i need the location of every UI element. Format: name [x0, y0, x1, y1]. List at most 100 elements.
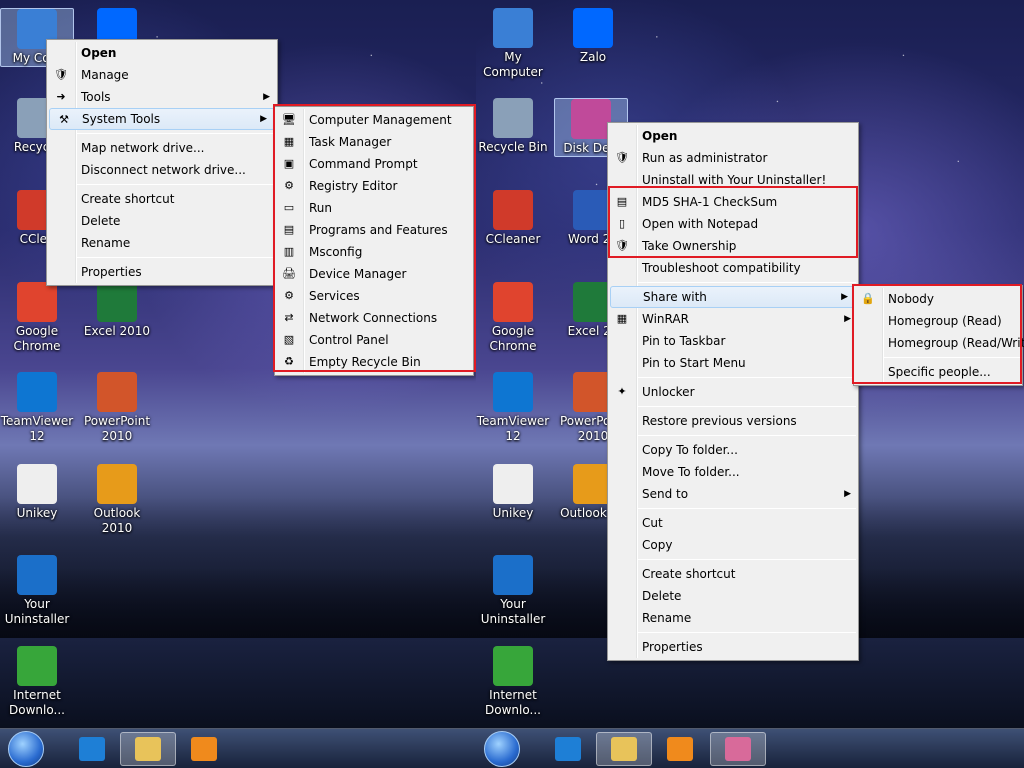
- menu-item-send-to[interactable]: Send to ▶: [608, 483, 858, 505]
- menu-item-nobody[interactable]: 🔒 Nobody: [854, 288, 1022, 310]
- menu-item-msconfig[interactable]: ▥ Msconfig: [275, 241, 473, 263]
- menu-item-rename[interactable]: Rename: [608, 607, 858, 629]
- menu-item-run[interactable]: ▭ Run: [275, 197, 473, 219]
- menu-item-copy-to-folder[interactable]: Copy To folder...: [608, 439, 858, 461]
- menu-item-delete[interactable]: Delete: [47, 210, 277, 232]
- desktop-icon-google-chrome[interactable]: Google Chrome: [0, 282, 74, 354]
- menu-item-uninstall-with-your-uninstaller[interactable]: Uninstall with Your Uninstaller!: [608, 169, 858, 191]
- taskbar-internet-explorer[interactable]: [64, 732, 120, 766]
- paint-icon: [725, 737, 751, 761]
- menu-item-computer-management[interactable]: 🖥 Computer Management: [275, 109, 473, 131]
- desktop-icon-internet-download-manager[interactable]: Internet Downlo...: [476, 646, 550, 718]
- menu-item-label: Command Prompt: [309, 157, 418, 171]
- menu-item-restore-previous-versions[interactable]: Restore previous versions: [608, 410, 858, 432]
- desktop-icon-excel-2010[interactable]: Excel 2010: [80, 282, 154, 339]
- menu-item-specific-people[interactable]: Specific people...: [854, 361, 1022, 383]
- menu-item-manage[interactable]: 🛡 Manage: [47, 64, 277, 86]
- internet-explorer-icon: [79, 737, 105, 761]
- desktop-icon-your-uninstaller[interactable]: Your Uninstaller: [0, 555, 74, 627]
- taskbar-internet-explorer[interactable]: [540, 732, 596, 766]
- menu-item-task-manager[interactable]: ▦ Task Manager: [275, 131, 473, 153]
- menu-item-label: Send to: [642, 487, 689, 501]
- menu-item-system-tools[interactable]: ⚒ System Tools ▶: [49, 108, 275, 130]
- taskbar-paint[interactable]: [710, 732, 766, 766]
- menu-item-services[interactable]: ⚙ Services: [275, 285, 473, 307]
- menu-item-label: System Tools: [82, 112, 161, 126]
- menu-item-homegroup-read[interactable]: Homegroup (Read): [854, 310, 1022, 332]
- menu-item-open[interactable]: Open: [47, 42, 277, 64]
- my-computer-icon: [493, 8, 533, 48]
- menu-item-homegroup-read-write[interactable]: Homegroup (Read/Write): [854, 332, 1024, 354]
- menu-item-label: Control Panel: [309, 333, 389, 347]
- menu-item-empty-recycle-bin[interactable]: ♻ Empty Recycle Bin: [275, 351, 473, 373]
- menu-item-label: Open: [81, 46, 117, 60]
- desktop-icon-label: CCleaner: [485, 232, 541, 246]
- menu-item-label: Run: [309, 201, 333, 215]
- menu-item-cut[interactable]: Cut: [608, 512, 858, 534]
- menu-item-command-prompt[interactable]: ▣ Command Prompt: [275, 153, 473, 175]
- desktop-icon-outlook-2010[interactable]: Outlook 2010: [80, 464, 154, 536]
- desktop-icon-ccleaner[interactable]: CCleaner: [476, 190, 550, 247]
- desktop-icon-label: Outlook 2010: [93, 506, 141, 535]
- desktop-icon-my-computer[interactable]: My Computer: [476, 8, 550, 80]
- chevron-right-icon: ▶: [260, 114, 267, 124]
- menu-item-label: Pin to Start Menu: [642, 356, 746, 370]
- menu-item-take-ownership[interactable]: 🛡 Take Ownership: [608, 235, 858, 257]
- menu-item-label: Computer Management: [309, 113, 452, 127]
- menu-item-create-shortcut[interactable]: Create shortcut: [608, 563, 858, 585]
- menu-item-label: Open with Notepad: [642, 217, 759, 231]
- menu-item-disconnect-network-drive[interactable]: Disconnect network drive...: [47, 159, 277, 181]
- menu-item-open[interactable]: Open: [608, 125, 858, 147]
- taskbar-file-explorer[interactable]: [120, 732, 176, 766]
- desktop-icon-unikey[interactable]: Unikey: [476, 464, 550, 521]
- taskbar-file-explorer[interactable]: [596, 732, 652, 766]
- menu-item-pin-to-start-menu[interactable]: Pin to Start Menu: [608, 352, 858, 374]
- menu-separator: [77, 133, 275, 134]
- tools-icon: ⚒: [59, 113, 69, 126]
- menu-item-map-network-drive[interactable]: Map network drive...: [47, 137, 277, 159]
- menu-item-delete[interactable]: Delete: [608, 585, 858, 607]
- desktop-icon-google-chrome[interactable]: Google Chrome: [476, 282, 550, 354]
- menu-item-network-connections[interactable]: ⇄ Network Connections: [275, 307, 473, 329]
- menu-item-md5-sha-1-checksum[interactable]: ▤ MD5 SHA-1 CheckSum: [608, 191, 858, 213]
- start-button[interactable]: [8, 731, 44, 767]
- menu-item-create-shortcut[interactable]: Create shortcut: [47, 188, 277, 210]
- menu-item-programs-and-features[interactable]: ▤ Programs and Features: [275, 219, 473, 241]
- desktop-icon-zalo[interactable]: Zalo: [556, 8, 630, 65]
- desktop-icon-label: Your Uninstaller: [480, 597, 546, 626]
- desktop-icon-label: Recycle Bin: [478, 140, 548, 154]
- menu-item-device-manager[interactable]: 🖨 Device Manager: [275, 263, 473, 285]
- desktop-icon-teamviewer[interactable]: TeamViewer 12: [0, 372, 74, 444]
- task-manager-icon: ▦: [283, 135, 295, 148]
- menu-item-properties[interactable]: Properties: [47, 261, 277, 283]
- menu-item-tools[interactable]: ➜ Tools ▶: [47, 86, 277, 108]
- taskbar-media-player[interactable]: [176, 732, 232, 766]
- menu-item-registry-editor[interactable]: ⚙ Registry Editor: [275, 175, 473, 197]
- control-panel-icon: ▧: [283, 333, 295, 346]
- menu-item-unlocker[interactable]: ✦ Unlocker: [608, 381, 858, 403]
- menu-item-share-with[interactable]: Share with ▶: [610, 286, 856, 308]
- menu-item-run-as-administrator[interactable]: 🛡 Run as administrator: [608, 147, 858, 169]
- desktop-icon-your-uninstaller[interactable]: Your Uninstaller: [476, 555, 550, 627]
- desktop-icon-powerpoint-2010[interactable]: PowerPoint 2010: [80, 372, 154, 444]
- desktop-icon-teamviewer[interactable]: TeamViewer 12: [476, 372, 550, 444]
- desktop-icon-unikey[interactable]: Unikey: [0, 464, 74, 521]
- start-button[interactable]: [484, 731, 520, 767]
- taskbar-media-player[interactable]: [652, 732, 708, 766]
- menu-item-troubleshoot-compatibility[interactable]: Troubleshoot compatibility: [608, 257, 858, 279]
- menu-item-move-to-folder[interactable]: Move To folder...: [608, 461, 858, 483]
- menu-item-properties[interactable]: Properties: [608, 636, 858, 658]
- google-chrome-icon: [493, 282, 533, 322]
- menu-item-label: Empty Recycle Bin: [309, 355, 421, 369]
- shield-icon: 🛡: [615, 239, 629, 252]
- menu-item-rename[interactable]: Rename: [47, 232, 277, 254]
- menu-item-open-with-notepad[interactable]: ▯ Open with Notepad: [608, 213, 858, 235]
- menu-item-control-panel[interactable]: ▧ Control Panel: [275, 329, 473, 351]
- menu-item-label: Run as administrator: [642, 151, 768, 165]
- menu-item-pin-to-taskbar[interactable]: Pin to Taskbar: [608, 330, 858, 352]
- menu-item-copy[interactable]: Copy: [608, 534, 858, 556]
- menu-item-winrar[interactable]: ▦ WinRAR ▶: [608, 308, 858, 330]
- desktop-icon-internet-download-manager[interactable]: Internet Downlo...: [0, 646, 74, 718]
- desktop-icon-recycle-bin[interactable]: Recycle Bin: [476, 98, 550, 155]
- menu-item-label: Move To folder...: [642, 465, 740, 479]
